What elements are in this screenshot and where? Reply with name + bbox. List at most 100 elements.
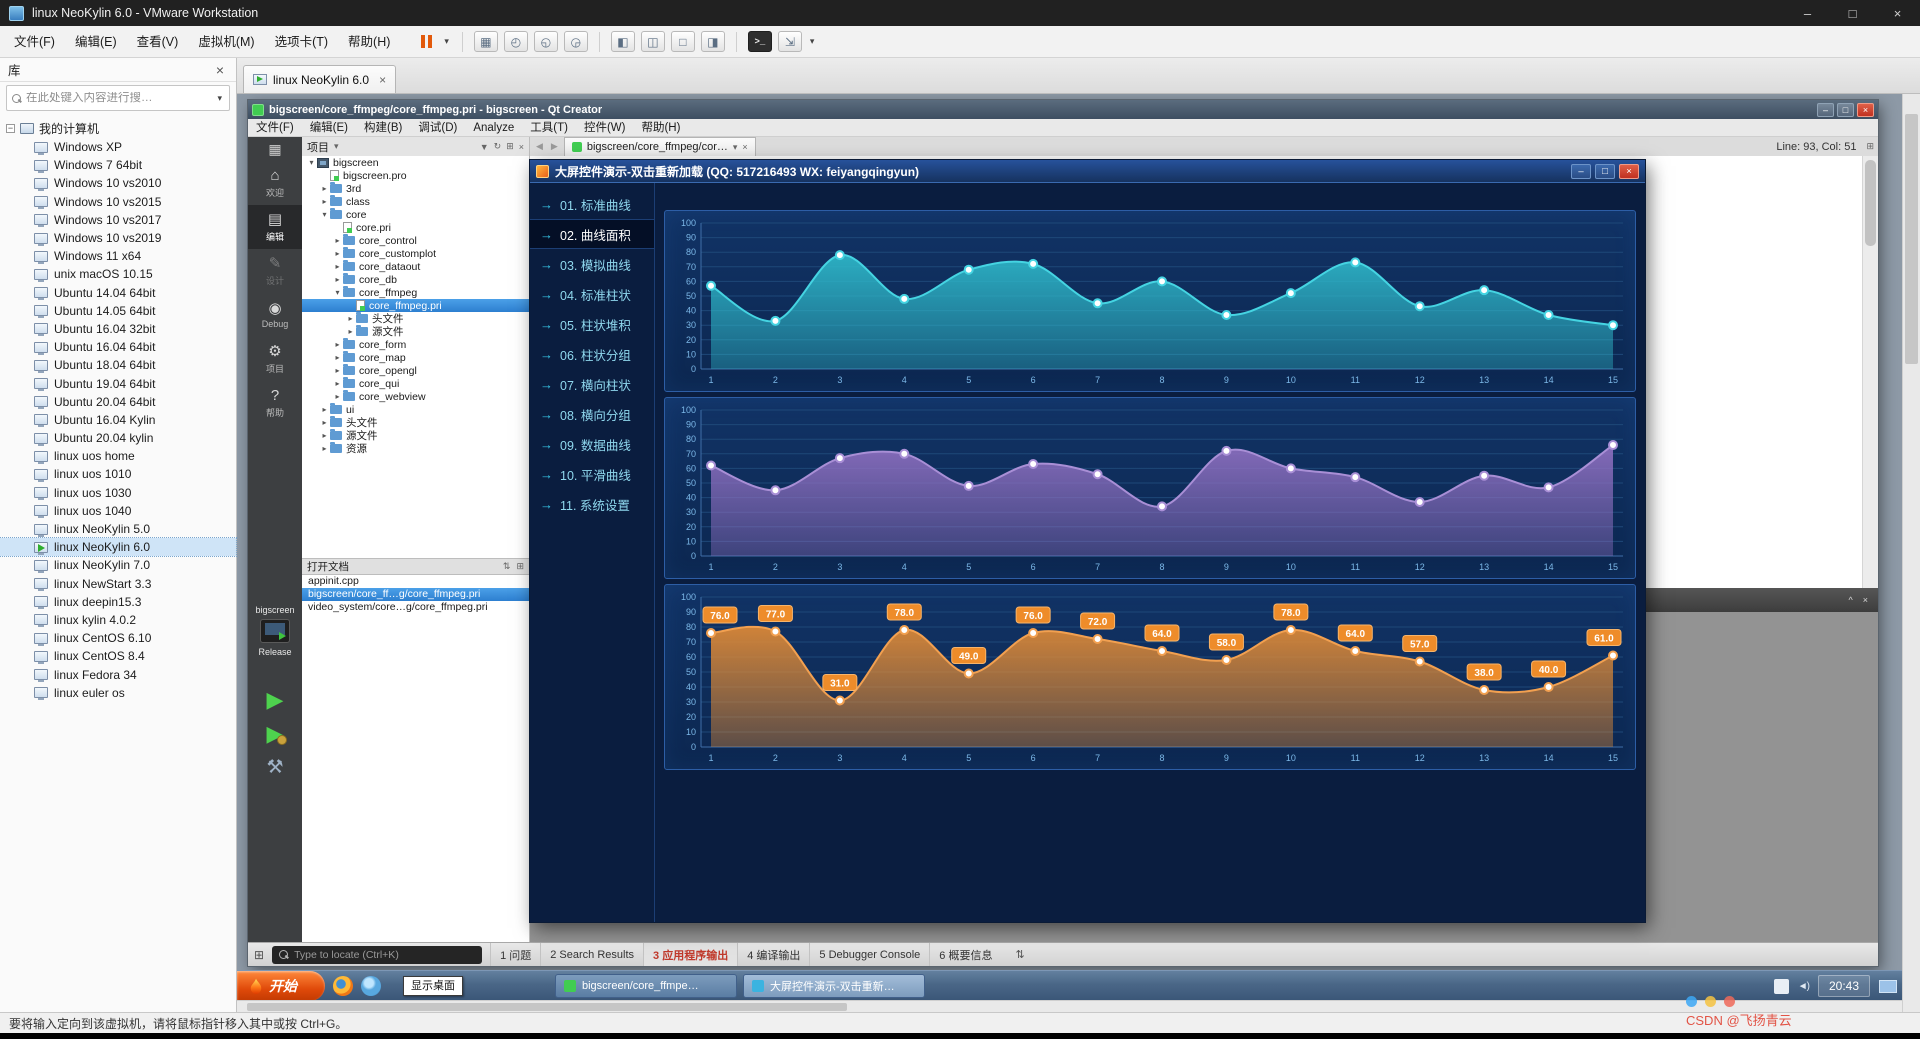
vm-list-item[interactable]: Ubuntu 14.04 64bit [0, 284, 236, 302]
vm-list-item[interactable]: linux kylin 4.0.2 [0, 611, 236, 629]
qtcreator-minimize-button[interactable]: – [1817, 102, 1834, 117]
project-tree-item[interactable]: ▸ core_qui [302, 377, 529, 390]
back-icon[interactable]: ◀ [534, 141, 545, 152]
sort-icon[interactable]: ⇅ [503, 561, 511, 572]
show-library-icon[interactable]: ◧ [610, 31, 635, 52]
vm-list-item[interactable]: linux uos home [0, 447, 236, 465]
apps-grid-icon[interactable]: ▦ [248, 137, 302, 161]
expander-icon[interactable]: ▸ [332, 379, 343, 388]
library-search-input[interactable] [26, 92, 211, 104]
vmware-maximize-button[interactable]: □ [1830, 0, 1875, 26]
demo-minimize-button[interactable]: – [1571, 163, 1591, 179]
expander-icon[interactable]: ▸ [332, 236, 343, 245]
expander-icon[interactable]: ▸ [319, 431, 330, 440]
qtcreator-menu-item[interactable]: 工具(T) [522, 119, 576, 137]
vm-list-item[interactable]: linux Fedora 34 [0, 665, 236, 683]
library-root-item[interactable]: − 我的计算机 [0, 118, 236, 138]
vm-tab[interactable]: linux NeoKylin 6.0 × [243, 65, 397, 93]
display-tray-icon[interactable] [1879, 979, 1897, 993]
project-tree-item[interactable]: ▾ core [302, 208, 529, 221]
expander-icon[interactable]: ▸ [332, 353, 343, 362]
open-document-item[interactable]: video_system/core…g/core_ffmpeg.pri [302, 601, 529, 614]
collapse-output-icon[interactable]: ^ [1849, 595, 1853, 605]
start-button[interactable]: 开始 [237, 971, 325, 1000]
project-tree-item[interactable]: ▾ core_ffmpeg [302, 286, 529, 299]
kit-selector[interactable]: bigscreen Release [248, 605, 302, 657]
vm-list-item[interactable]: Ubuntu 19.04 64bit [0, 374, 236, 392]
expander-icon[interactable]: ▾ [319, 210, 330, 219]
document-tab[interactable]: bigscreen/core_ffmpeg/cor… ▾ × [563, 137, 756, 156]
vmware-close-button[interactable]: × [1875, 0, 1920, 26]
vm-list-item[interactable]: Ubuntu 20.04 kylin [0, 429, 236, 447]
mode-item-help[interactable]: ? 帮助 [248, 381, 302, 425]
project-tree-item[interactable]: core.pri [302, 221, 529, 234]
project-tree-item[interactable]: ▸ 头文件 [302, 416, 529, 429]
open-document-item[interactable]: appinit.cpp [302, 575, 529, 588]
pause-vm-button[interactable] [416, 33, 436, 50]
demo-menu-item[interactable]: → 02. 曲线面积 [530, 219, 654, 249]
vm-list-item[interactable]: Ubuntu 18.04 64bit [0, 356, 236, 374]
close-panel-icon[interactable]: × [519, 142, 524, 152]
project-tree-item[interactable]: ▸ core_webview [302, 390, 529, 403]
volume-icon[interactable]: ◄) [1798, 981, 1810, 992]
vm-list-item[interactable]: Windows 10 vs2010 [0, 174, 236, 192]
firefox-icon[interactable] [333, 976, 353, 996]
vmware-menu-item[interactable]: 虚拟机(M) [188, 26, 264, 58]
vmware-menu-item[interactable]: 编辑(E) [65, 26, 127, 58]
project-tree-item[interactable]: ▸ 头文件 [302, 312, 529, 325]
vmware-vertical-scrollbar[interactable] [1902, 94, 1920, 1012]
scrollbar-thumb[interactable] [247, 1003, 847, 1011]
vm-list-item[interactable]: Windows 10 vs2017 [0, 211, 236, 229]
taskbar-clock[interactable]: 20:43 [1817, 975, 1870, 997]
demo-menu-item[interactable]: → 07. 横向柱状 [530, 369, 654, 399]
vm-list-item[interactable]: linux NeoKylin 6.0 [0, 537, 237, 558]
qtcreator-maximize-button[interactable]: □ [1837, 102, 1854, 117]
project-tree-item[interactable]: ▸ 源文件 [302, 429, 529, 442]
demo-menu-item[interactable]: → 06. 柱状分组 [530, 339, 654, 369]
vm-tab-close-icon[interactable]: × [379, 73, 386, 87]
expander-icon[interactable]: − [6, 123, 15, 133]
project-tree-item[interactable]: ▸ core_db [302, 273, 529, 286]
filter-icon[interactable]: ▼ [480, 142, 489, 152]
editor-split-icon[interactable]: ⊞ [1866, 141, 1874, 152]
expander-icon[interactable]: ▸ [319, 197, 330, 206]
split-panel-icon[interactable]: ⊞ [506, 141, 514, 152]
vm-list-item[interactable]: linux CentOS 6.10 [0, 629, 236, 647]
expander-icon[interactable]: ▸ [332, 392, 343, 401]
vm-list-item[interactable]: Windows XP [0, 138, 236, 156]
qtcreator-titlebar[interactable]: bigscreen/core_ffmpeg/core_ffmpeg.pri - … [248, 100, 1878, 119]
vm-list-item[interactable]: linux CentOS 8.4 [0, 647, 236, 665]
console-icon[interactable]: >_ [747, 31, 772, 52]
demo-menu-item[interactable]: → 09. 数据曲线 [530, 429, 654, 459]
project-tree-item[interactable]: ▸ 源文件 [302, 325, 529, 338]
show-thumbnails-icon[interactable]: ◫ [640, 31, 665, 52]
vm-list-item[interactable]: linux NeoKylin 5.0 [0, 520, 236, 538]
panel-dropdown-icon[interactable]: ▾ [334, 141, 339, 152]
project-tree-item[interactable]: ▸ core_form [302, 338, 529, 351]
expander-icon[interactable]: ▸ [319, 184, 330, 193]
snapshot-manager-icon[interactable]: ◶ [563, 31, 588, 52]
mode-item-edit[interactable]: ▤ 编辑 [248, 205, 302, 249]
demo-maximize-button[interactable]: □ [1595, 163, 1615, 179]
scrollbar-thumb[interactable] [1905, 114, 1918, 364]
vm-list-item[interactable]: linux uos 1040 [0, 502, 236, 520]
output-pane-button[interactable]: 6 概要信息 [929, 943, 1001, 966]
qtcreator-menu-item[interactable]: 文件(F) [248, 119, 302, 137]
vmware-horizontal-scrollbar[interactable] [237, 1000, 1902, 1012]
expander-icon[interactable]: ▸ [332, 262, 343, 271]
demo-menu-item[interactable]: → 08. 横向分组 [530, 399, 654, 429]
fullscreen-icon[interactable]: □ [670, 31, 695, 52]
show-desktop-label[interactable]: 显示桌面 [403, 976, 463, 996]
take-snapshot-icon[interactable]: ◴ [503, 31, 528, 52]
qtcreator-close-button[interactable]: × [1857, 102, 1874, 117]
taskbar-task-button[interactable]: bigscreen/core_ffmpe… [555, 974, 737, 998]
vm-list-item[interactable]: Windows 11 x64 [0, 247, 236, 265]
vm-list-item[interactable]: linux euler os [0, 684, 236, 702]
mode-item-projects[interactable]: ⚙ 项目 [248, 337, 302, 381]
expander-icon[interactable]: ▸ [319, 418, 330, 427]
expander-icon[interactable]: ▾ [332, 288, 343, 297]
expander-icon[interactable]: ▸ [319, 444, 330, 453]
locator-input[interactable] [294, 948, 476, 961]
mode-item-home[interactable]: ⌂ 欢迎 [248, 161, 302, 205]
demo-titlebar[interactable]: 大屏控件演示-双击重新加载 (QQ: 517216493 WX: feiyang… [530, 160, 1645, 183]
